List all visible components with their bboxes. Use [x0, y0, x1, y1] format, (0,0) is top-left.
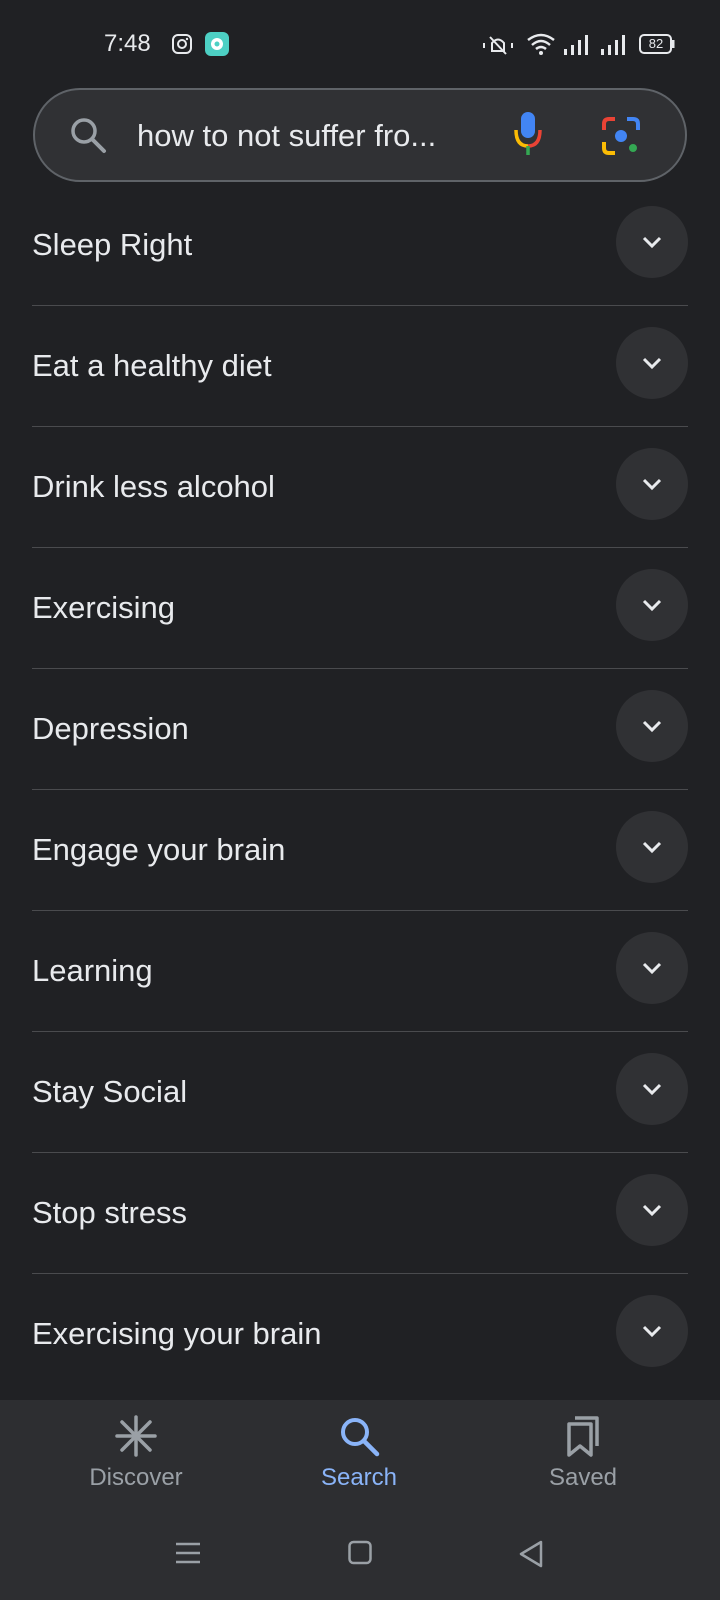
expand-button[interactable] — [616, 448, 688, 520]
chevron-down-icon — [642, 478, 662, 491]
battery-level: 82 — [648, 36, 664, 51]
status-time: 7:48 — [104, 30, 151, 57]
signal-icon-2 — [600, 34, 626, 61]
status-bar: 7:48 82 — [0, 0, 720, 88]
mic-icon[interactable] — [513, 110, 543, 163]
expand-button[interactable] — [616, 811, 688, 883]
list-item[interactable]: Stop stress — [32, 1153, 688, 1274]
nav-label: Search — [320, 1464, 398, 1491]
expand-button[interactable] — [616, 1053, 688, 1125]
list-item-label: Stop stress — [32, 1195, 188, 1230]
list-item-label: Sleep Right — [32, 227, 193, 262]
list-item[interactable]: Eat a healthy diet — [32, 306, 688, 427]
expand-button[interactable] — [616, 327, 688, 399]
expand-button[interactable] — [616, 206, 688, 278]
list-item[interactable]: Learning — [32, 911, 688, 1032]
list-item[interactable]: Stay Social — [32, 1032, 688, 1153]
expand-button[interactable] — [616, 690, 688, 762]
saved-icon — [567, 1416, 599, 1457]
list-item-label: Exercising your brain — [32, 1316, 322, 1351]
menu-icon[interactable] — [175, 1540, 201, 1571]
nav-saved[interactable]: Saved — [483, 1414, 683, 1514]
nav-search[interactable]: Search — [259, 1414, 459, 1514]
list-item-label: Learning — [32, 953, 153, 988]
list-item-label: Exercising — [32, 590, 175, 625]
bottom-nav: Discover Search Saved — [0, 1400, 720, 1600]
chat-app-icon — [205, 32, 229, 61]
back-icon[interactable] — [518, 1540, 544, 1573]
home-icon[interactable] — [348, 1540, 372, 1571]
list-item[interactable]: Sleep Right — [32, 185, 688, 306]
search-box[interactable]: how to not suffer fro... — [33, 88, 687, 182]
list-item[interactable]: Exercising — [32, 548, 688, 669]
search-icon[interactable] — [69, 116, 107, 159]
signal-icon — [563, 34, 589, 61]
chevron-down-icon — [642, 599, 662, 612]
instagram-icon — [171, 33, 193, 60]
search-input[interactable]: how to not suffer fro... — [137, 118, 497, 154]
list-item-label: Engage your brain — [32, 832, 286, 867]
discover-icon — [115, 1415, 157, 1457]
chevron-down-icon — [642, 841, 662, 854]
mute-icon — [482, 33, 514, 62]
nav-label: Discover — [89, 1464, 183, 1491]
expand-button[interactable] — [616, 1295, 688, 1367]
search-icon — [341, 1418, 380, 1457]
list-item[interactable]: Depression — [32, 669, 688, 790]
list-item-label: Stay Social — [32, 1074, 188, 1109]
expand-button[interactable] — [616, 1174, 688, 1246]
results-list: Sleep Right Eat a healthy diet Drink les… — [32, 185, 688, 1395]
list-item[interactable]: Exercising your brain — [32, 1274, 688, 1395]
list-item-label: Depression — [32, 711, 189, 746]
list-item[interactable]: Engage your brain — [32, 790, 688, 911]
list-item[interactable]: Drink less alcohol — [32, 427, 688, 548]
chevron-down-icon — [642, 1204, 662, 1217]
list-item-label: Eat a healthy diet — [32, 348, 272, 383]
wifi-icon — [526, 32, 556, 61]
battery-icon: 82 — [639, 34, 675, 54]
chevron-down-icon — [642, 1325, 662, 1338]
lens-icon[interactable] — [601, 116, 641, 161]
chevron-down-icon — [642, 357, 662, 370]
chevron-down-icon — [642, 720, 662, 733]
nav-label: Saved — [548, 1464, 618, 1491]
list-item-label: Drink less alcohol — [32, 469, 275, 504]
chevron-down-icon — [642, 962, 662, 975]
expand-button[interactable] — [616, 569, 688, 641]
chevron-down-icon — [642, 236, 662, 249]
chevron-down-icon — [642, 1083, 662, 1096]
expand-button[interactable] — [616, 932, 688, 1004]
nav-discover[interactable]: Discover — [36, 1414, 236, 1514]
